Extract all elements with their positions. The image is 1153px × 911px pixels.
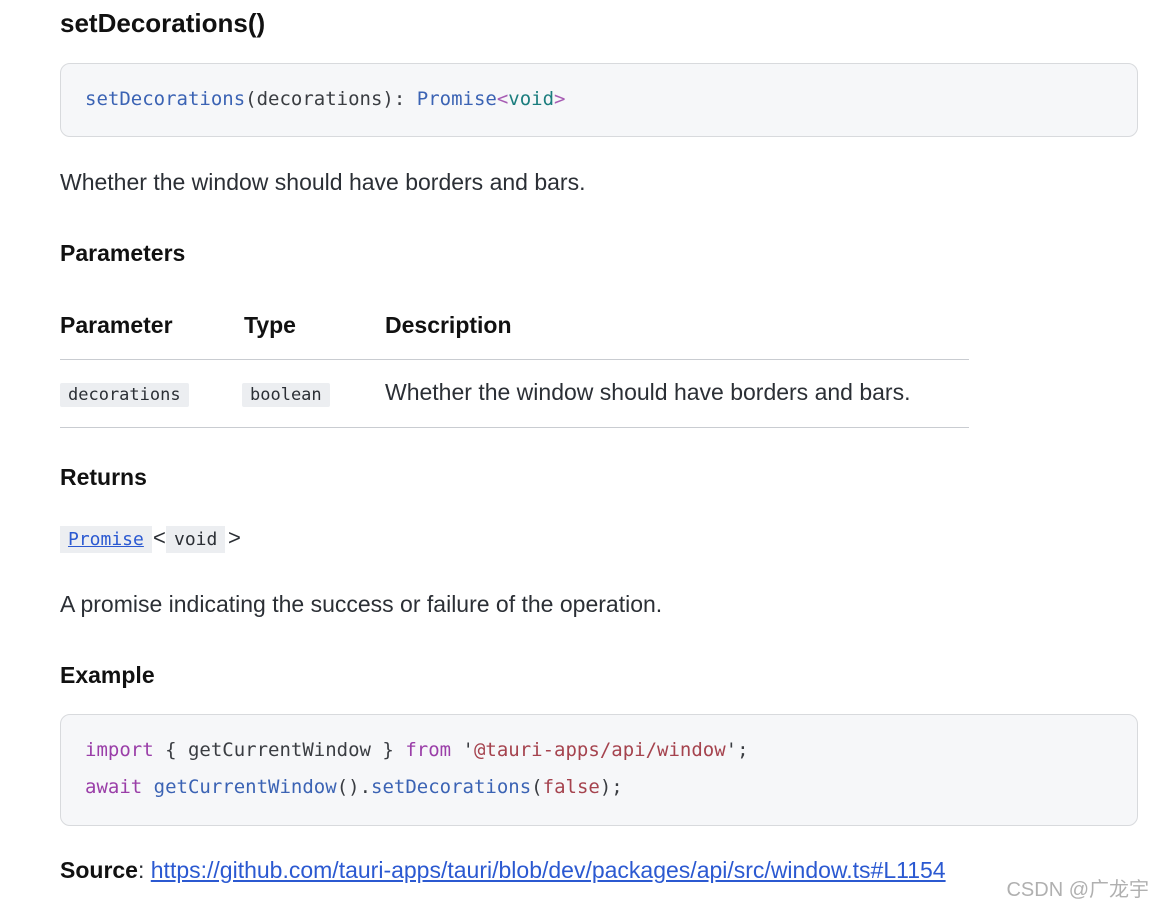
signature-angle-open: < bbox=[496, 88, 509, 110]
source-colon: : bbox=[137, 857, 151, 883]
paren-open: ( bbox=[531, 776, 543, 798]
parameters-heading: Parameters bbox=[60, 240, 186, 266]
returns-promise-chip: Promise bbox=[60, 526, 152, 553]
quote-open: ' bbox=[462, 739, 474, 761]
call-get-current-window: getCurrentWindow bbox=[153, 776, 337, 798]
code-parens: (). bbox=[336, 776, 372, 798]
returns-type: Promise < void > bbox=[60, 525, 360, 556]
call-set-decorations: setDecorations bbox=[371, 776, 532, 798]
source-label: Source bbox=[60, 857, 138, 883]
param-name-chip: decorations bbox=[60, 383, 189, 407]
signature-function-name: setDecorations bbox=[85, 88, 246, 110]
signature-inner-type: void bbox=[508, 88, 555, 110]
returns-void-chip: void bbox=[166, 526, 226, 553]
watermark: CSDN @广龙宇 bbox=[1006, 879, 1149, 901]
keyword-import: import bbox=[85, 739, 154, 761]
import-names: { getCurrentWindow } bbox=[153, 739, 406, 761]
returns-heading: Returns bbox=[60, 464, 147, 490]
returns-description: A promise indicating the success or fail… bbox=[60, 591, 663, 617]
table-bottom-divider bbox=[60, 427, 969, 428]
source-link[interactable]: https://github.com/tauri-apps/tauri/blob… bbox=[151, 857, 946, 883]
example-heading: Example bbox=[60, 662, 155, 688]
semicolon: ; bbox=[737, 739, 749, 761]
header-type: Type bbox=[244, 312, 296, 338]
signature-code-block: setDecorations(decorations): Promise<voi… bbox=[60, 63, 1138, 137]
paren-close: ); bbox=[599, 776, 623, 798]
header-description: Description bbox=[385, 312, 512, 338]
function-heading: setDecorations() bbox=[60, 8, 266, 38]
promise-link[interactable]: Promise bbox=[68, 529, 144, 550]
signature-line: setDecorations(decorations): Promise<voi… bbox=[85, 86, 566, 112]
table-header-divider bbox=[60, 359, 969, 360]
quote-close: ' bbox=[725, 739, 738, 761]
returns-angle-open: < bbox=[153, 525, 166, 550]
keyword-await: await bbox=[85, 776, 143, 798]
boolean-false: false bbox=[542, 776, 600, 798]
function-description: Whether the window should have borders a… bbox=[60, 169, 586, 195]
param-type-chip: boolean bbox=[242, 383, 330, 407]
source-line: Source: https://github.com/tauri-apps/ta… bbox=[60, 855, 946, 885]
example-code-block: import { getCurrentWindow } from '@tauri… bbox=[60, 714, 1138, 826]
keyword-from: from bbox=[405, 739, 452, 761]
returns-angle-close: > bbox=[228, 525, 241, 550]
param-description: Whether the window should have borders a… bbox=[385, 379, 911, 405]
signature-return-type: Promise bbox=[416, 88, 497, 110]
example-line-1: import { getCurrentWindow } from '@tauri… bbox=[85, 737, 749, 763]
module-string: @tauri-apps/api/window bbox=[473, 739, 726, 761]
signature-params: (decorations): bbox=[245, 88, 417, 110]
header-parameter: Parameter bbox=[60, 312, 173, 338]
example-line-2: await getCurrentWindow().setDecorations(… bbox=[85, 774, 623, 800]
signature-angle-close: > bbox=[554, 88, 566, 110]
